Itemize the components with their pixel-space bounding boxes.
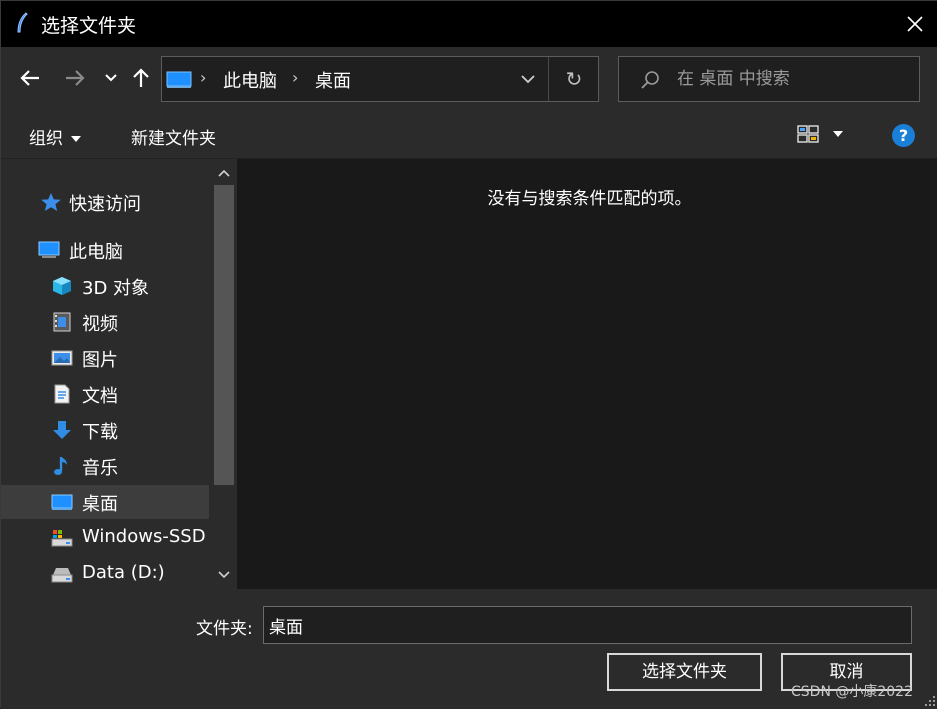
sidebar-item-label: 音乐 [82,458,118,479]
title-bar: 选择文件夹 [1,1,937,47]
breadcrumb-desktop[interactable]: 桌面 [315,67,351,93]
scroll-down-button[interactable] [211,563,237,587]
sidebar-item-this-pc[interactable]: 此电脑 [1,233,209,267]
recent-locations-button[interactable] [98,65,124,91]
close-button[interactable] [892,1,937,47]
address-divider [548,57,549,101]
search-input[interactable] [677,65,907,93]
scroll-up-button[interactable] [211,161,237,185]
computer-icon [166,71,192,88]
chevron-down-icon [218,571,230,579]
command-toolbar: 组织 新建文件夹 ? [1,111,937,159]
sidebar-item-label: 视频 [82,314,118,335]
chevron-right-icon: › [292,68,299,87]
chevron-down-icon [105,74,117,82]
navigation-pane: 快速访问 此电脑 3D 对象 视频 图片 文档 下载 音乐 桌面 Windows… [1,159,237,589]
search-icon [641,71,659,89]
breadcrumb-this-pc[interactable]: 此电脑 [223,67,277,93]
scrollbar-thumb[interactable] [214,185,234,485]
arrow-up-icon [133,68,149,87]
sidebar-item-downloads[interactable]: 下载 [1,413,209,447]
window-title: 选择文件夹 [41,15,137,37]
folder-picker-dialog: 选择文件夹 › 此电脑 › 桌面 ↻ 在 桌面 中搜索 组织 新建文件夹 ? 快… [0,0,937,709]
sidebar-item-label: Windows-SSD [82,526,206,547]
up-button[interactable] [128,65,154,91]
sidebar-item-data-d[interactable]: Data (D:) [1,557,209,591]
chevron-down-icon [521,74,535,83]
star-icon [41,193,61,211]
sidebar-item-music[interactable]: 音乐 [1,449,209,483]
empty-results-message: 没有与搜索条件匹配的项。 [487,189,692,209]
arrow-right-icon [66,70,85,86]
download-arrow-icon [53,421,71,439]
computer-icon [38,241,60,258]
sidebar-item-label: 桌面 [82,494,118,515]
refresh-button[interactable]: ↻ [550,57,598,101]
view-grid-icon [797,125,819,143]
file-list-area[interactable]: 没有与搜索条件匹配的项。 [241,159,937,589]
sidebar-item-label: 图片 [82,350,118,371]
change-view-button[interactable] [797,124,853,146]
address-bar[interactable]: › 此电脑 › 桌面 ↻ [161,56,599,102]
sidebar-item-label: Data (D:) [82,562,165,583]
forward-button[interactable] [62,65,88,91]
sidebar-item-windows-ssd[interactable]: Windows-SSD [1,521,209,555]
chevron-right-icon: › [200,68,207,87]
watermark: CSDN @小康2022 [791,684,913,700]
refresh-icon: ↻ [565,67,583,91]
cube-icon [53,277,71,295]
organize-menu-button[interactable]: 组织 [29,124,81,149]
chevron-up-icon [218,169,230,177]
organize-label: 组织 [29,129,63,149]
sidebar-item-3d-objects[interactable]: 3D 对象 [1,269,209,303]
arrow-left-icon [20,70,39,86]
folder-label: 文件夹: [196,619,253,639]
sidebar-item-videos[interactable]: 视频 [1,305,209,339]
document-icon [54,384,70,404]
address-dropdown-button[interactable] [508,57,548,101]
resize-grip-icon[interactable] [924,695,936,707]
sidebar-item-desktop[interactable]: 桌面 [1,485,209,519]
new-folder-button[interactable]: 新建文件夹 [131,124,216,149]
sidebar-item-label: 快速访问 [69,194,141,215]
sidebar-item-label: 下载 [82,422,118,443]
help-button[interactable]: ? [892,124,915,147]
music-note-icon [54,457,67,475]
new-folder-label: 新建文件夹 [131,129,216,149]
desktop-icon [51,494,73,510]
sidebar-item-documents[interactable]: 文档 [1,377,209,411]
film-icon [53,312,71,332]
sidebar-item-label: 文档 [82,386,118,407]
drive-icon [51,568,73,583]
sidebar-item-label: 3D 对象 [82,278,150,299]
caret-down-icon [833,131,843,137]
caret-down-icon [71,136,81,142]
footer-panel: 文件夹: 选择文件夹 取消 CSDN @小康2022 [1,589,937,709]
help-question-icon: ? [898,126,909,145]
sidebar-item-label: 此电脑 [69,242,123,263]
drive-icon [51,530,73,547]
search-box[interactable] [618,56,920,102]
sidebar-scrollbar[interactable] [211,159,237,589]
sidebar-item-quick-access[interactable]: 快速访问 [1,185,209,219]
navigation-bar: › 此电脑 › 桌面 ↻ [1,47,937,111]
sidebar-item-pictures[interactable]: 图片 [1,341,209,375]
select-folder-button[interactable]: 选择文件夹 [607,653,762,691]
close-icon [907,16,923,32]
feather-icon [17,12,28,33]
folder-name-field[interactable] [263,606,912,644]
picture-icon [51,350,73,366]
back-button[interactable] [17,65,43,91]
